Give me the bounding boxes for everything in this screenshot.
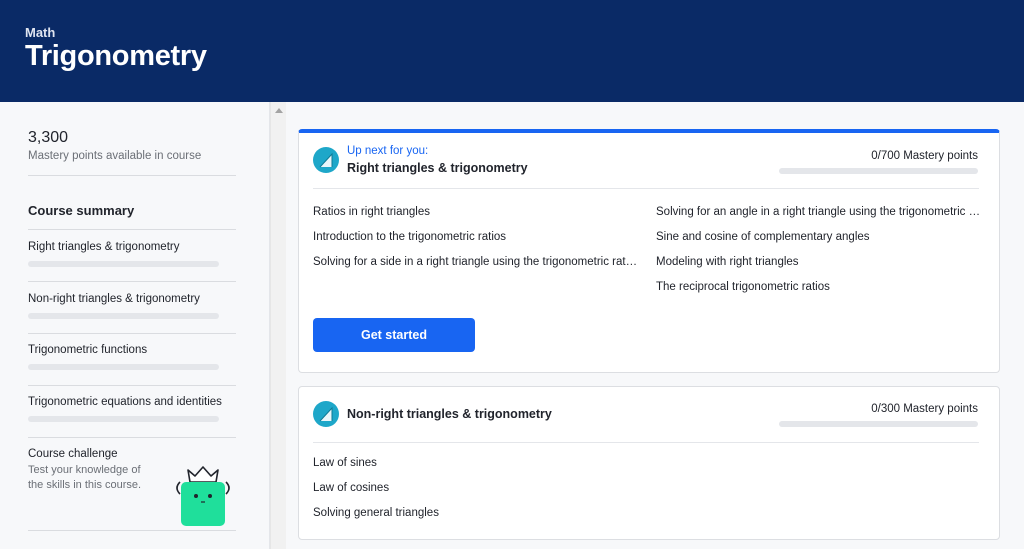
course-challenge-description: Test your knowledge of the skills in thi… bbox=[28, 464, 142, 491]
unit-title[interactable]: Non-right triangles & trigonometry bbox=[347, 407, 552, 421]
sidebar-divider bbox=[28, 385, 236, 386]
page-title: Trigonometry bbox=[25, 40, 207, 72]
card-divider bbox=[313, 188, 979, 189]
mastery-points-total: 3,300 bbox=[28, 129, 69, 146]
lesson-link[interactable]: Sine and cosine of complementary angles bbox=[656, 231, 981, 243]
unit-progress-bar bbox=[779, 421, 978, 427]
subject-breadcrumb[interactable]: Math bbox=[25, 25, 55, 40]
sidebar-divider bbox=[28, 281, 236, 282]
sidebar-divider bbox=[28, 530, 236, 531]
card-divider bbox=[313, 442, 979, 443]
mastery-points-label: 0/700 Mastery points bbox=[871, 150, 978, 162]
mastery-points-caption: Mastery points available in course bbox=[28, 150, 202, 162]
sidebar-divider bbox=[28, 437, 236, 438]
sidebar-item-trig-functions[interactable]: Trigonometric functions bbox=[28, 344, 236, 370]
unit-card-non-right-triangles: Non-right triangles & trigonometry 0/300… bbox=[298, 386, 1000, 540]
sidebar-divider bbox=[28, 175, 236, 176]
unit-card-right-triangles: Up next for you: Right triangles & trigo… bbox=[298, 129, 1000, 373]
sidebar-progress-bar bbox=[28, 313, 219, 319]
lesson-link[interactable]: Solving for a side in a right triangle u… bbox=[313, 256, 638, 268]
sidebar-item-label: Trigonometric functions bbox=[28, 344, 148, 356]
lesson-link[interactable]: Solving general triangles bbox=[313, 507, 633, 519]
sidebar-divider bbox=[28, 229, 236, 230]
course-summary-heading: Course summary bbox=[28, 203, 135, 218]
sidebar-item-trig-equations[interactable]: Trigonometric equations and identities bbox=[28, 396, 236, 422]
unit-title[interactable]: Right triangles & trigonometry bbox=[347, 161, 528, 175]
scroll-up-arrow-icon[interactable] bbox=[275, 108, 283, 113]
sidebar-progress-bar bbox=[28, 364, 219, 370]
sidebar-progress-bar bbox=[28, 416, 219, 422]
up-next-label: Up next for you: bbox=[347, 145, 429, 157]
unit-triangle-icon bbox=[313, 147, 339, 173]
lesson-link[interactable]: Modeling with right triangles bbox=[656, 256, 981, 268]
lesson-link[interactable]: Law of cosines bbox=[313, 482, 633, 494]
sidebar-item-non-right-triangles[interactable]: Non-right triangles & trigonometry bbox=[28, 293, 236, 319]
lesson-link[interactable]: Introduction to the trigonometric ratios bbox=[313, 231, 633, 243]
sidebar-item-label: Trigonometric equations and identities bbox=[28, 396, 222, 408]
unit-triangle-icon bbox=[313, 401, 339, 427]
mastery-points-label: 0/300 Mastery points bbox=[871, 403, 978, 415]
lesson-link[interactable]: Law of sines bbox=[313, 457, 633, 469]
lesson-link[interactable]: Ratios in right triangles bbox=[313, 206, 633, 218]
course-challenge-title[interactable]: Course challenge bbox=[28, 448, 118, 460]
sidebar-item-right-triangles[interactable]: Right triangles & trigonometry bbox=[28, 241, 236, 267]
sidebar-item-label: Right triangles & trigonometry bbox=[28, 241, 180, 253]
get-started-button[interactable]: Get started bbox=[313, 318, 475, 352]
sidebar-divider bbox=[28, 333, 236, 334]
sidebar-item-label: Non-right triangles & trigonometry bbox=[28, 293, 200, 305]
mascot-icon bbox=[176, 466, 230, 526]
lesson-link[interactable]: The reciprocal trigonometric ratios bbox=[656, 281, 981, 293]
course-header: Math Trigonometry bbox=[0, 0, 1024, 102]
course-sidebar: 3,300 Mastery points available in course… bbox=[0, 102, 270, 549]
lesson-link[interactable]: Solving for an angle in a right triangle… bbox=[656, 206, 981, 218]
sidebar-progress-bar bbox=[28, 261, 219, 267]
unit-progress-bar bbox=[779, 168, 978, 174]
scrollbar[interactable] bbox=[270, 102, 286, 549]
